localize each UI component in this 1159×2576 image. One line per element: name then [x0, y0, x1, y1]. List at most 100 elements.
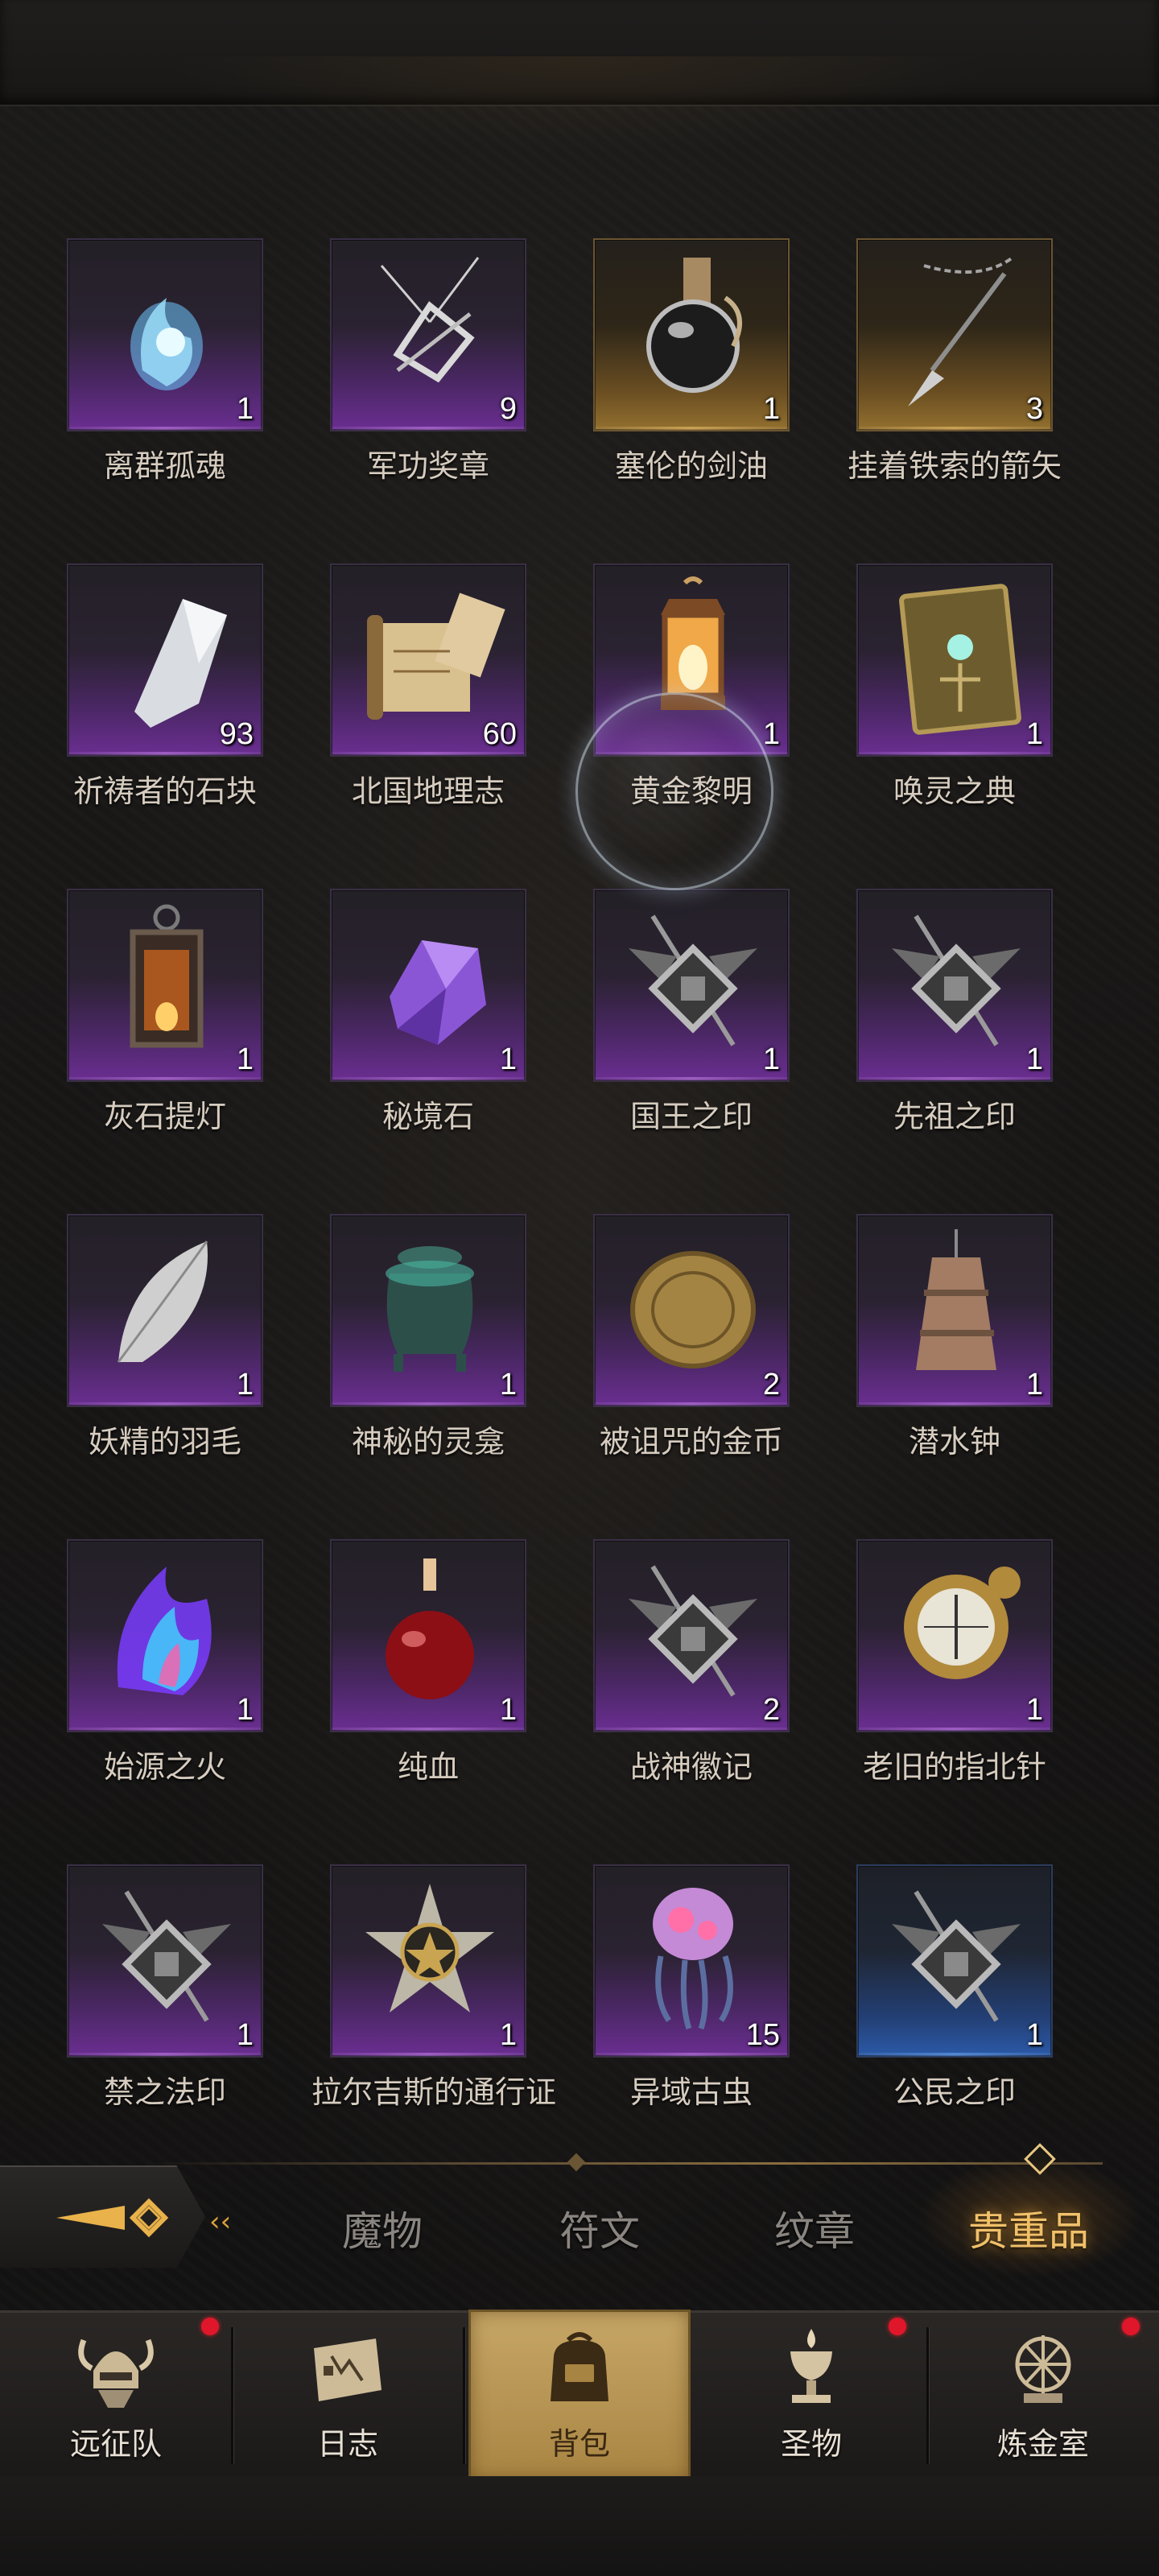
item-slot[interactable]: 1 黄金黎明 [526, 564, 792, 821]
rarity-edge [68, 1402, 262, 1406]
item-slot[interactable]: 1 秘境石 [263, 889, 529, 1146]
item-slot[interactable]: 1 灰石提灯 [0, 889, 266, 1146]
item-slot[interactable]: 1 先祖之印 [790, 889, 1055, 1146]
item-name: 妖精的羽毛 [88, 1424, 241, 1459]
item-name: 公民之印 [893, 2074, 1016, 2109]
item-tile[interactable]: 1 [593, 889, 790, 1082]
rarity-edge [68, 1077, 262, 1080]
item-slot[interactable]: 1 始源之火 [0, 1539, 266, 1797]
item-slot[interactable]: 1 塞伦的剑油 [526, 238, 792, 496]
item-tile[interactable]: 1 [330, 1864, 526, 2058]
compass-icon [904, 1567, 1021, 1679]
item-slot[interactable]: 2 战神徽记 [526, 1539, 792, 1797]
item-tile[interactable]: 1 [856, 889, 1053, 1082]
item-count: 9 [499, 392, 517, 426]
rarity-edge [595, 2053, 788, 2056]
item-count: 15 [745, 2018, 780, 2052]
item-slot[interactable]: 3 挂着铁索的箭矢 [790, 238, 1062, 496]
item-slot[interactable]: 1 离群孤魂 [0, 238, 266, 496]
item-tile[interactable]: 1 [67, 1539, 263, 1732]
item-slot[interactable]: 1 妖精的羽毛 [0, 1214, 266, 1472]
item-tile[interactable]: 3 [856, 238, 1053, 431]
rarity-edge [68, 427, 262, 430]
tab-runes[interactable]: 符文 [559, 2199, 640, 2257]
item-slot[interactable]: 1 唤灵之典 [790, 564, 1055, 821]
item-tile[interactable]: 93 [67, 564, 263, 757]
item-tile[interactable]: 1 [67, 1214, 263, 1407]
golden-lantern-icon [661, 576, 725, 710]
item-tile[interactable]: 1 [67, 889, 263, 1082]
item-slot[interactable]: 1 纯血 [263, 1539, 529, 1797]
item-grid: 1 离群孤魂 9 军功奖章 1 塞伦的剑油 3 挂着铁索的箭矢 93 祈祷者的石块 60 北国地理志 1… [0, 0, 1159, 2109]
item-tile[interactable]: 1 [856, 1864, 1053, 2058]
item-tile[interactable]: 15 [593, 1864, 790, 2058]
item-slot[interactable]: 1 神秘的灵龛 [263, 1214, 529, 1472]
diving-bell-icon [916, 1229, 996, 1370]
rarity-edge [332, 1402, 525, 1406]
viking-helmet-icon [78, 2339, 154, 2408]
blood-potion-icon [386, 1558, 474, 1699]
item-count: 1 [499, 1042, 517, 1076]
item-name: 纯血 [397, 1749, 459, 1785]
item-count: 1 [762, 717, 780, 751]
item-slot[interactable]: 2 被诅咒的金币 [526, 1214, 792, 1472]
item-count: 2 [762, 1693, 780, 1727]
rarity-edge [332, 1728, 525, 1731]
alchemy-badge [1122, 2318, 1140, 2335]
item-tile[interactable]: 60 [330, 564, 526, 757]
item-slot[interactable]: 15 异域古虫 [526, 1864, 792, 2109]
tab-crests[interactable]: 纹章 [774, 2199, 855, 2257]
tab-valuables[interactable]: 贵重品 [968, 2199, 1089, 2257]
item-slot[interactable]: 1 拉尔吉斯的通行证 [263, 1864, 556, 2109]
item-count: 1 [1025, 2018, 1043, 2052]
item-tile[interactable]: 1 [856, 1539, 1053, 1732]
tab-monsters[interactable]: 魔物 [342, 2199, 423, 2257]
wisp-soul-icon [130, 298, 203, 390]
item-tile[interactable]: 1 [330, 889, 526, 1082]
feather-icon [117, 1241, 208, 1363]
item-slot[interactable]: 1 老旧的指北针 [790, 1539, 1055, 1797]
item-slot[interactable]: 1 公民之印 [790, 1864, 1055, 2109]
nav-alchemy[interactable]: 炼金室 [927, 2313, 1159, 2479]
nav-journal[interactable]: 日志 [232, 2313, 465, 2479]
item-tile[interactable]: 1 [67, 238, 263, 431]
rarity-edge [68, 2053, 262, 2056]
item-count: 1 [1025, 717, 1043, 751]
back-arrow-icon [56, 2198, 169, 2238]
item-name: 国王之印 [629, 1099, 753, 1134]
nav-expedition[interactable]: 远征队 [0, 2313, 233, 2479]
item-tile[interactable]: 1 [67, 1864, 263, 2058]
item-tile[interactable]: 2 [593, 1539, 790, 1732]
item-tile[interactable]: 1 [593, 564, 790, 757]
item-slot[interactable]: 1 禁之法印 [0, 1864, 266, 2109]
item-tile[interactable]: 1 [593, 238, 790, 431]
item-name: 祈祷者的石块 [72, 774, 257, 809]
item-count: 1 [236, 1693, 254, 1727]
item-tile[interactable]: 1 [856, 1214, 1053, 1407]
item-tile[interactable]: 1 [330, 1539, 526, 1732]
item-name: 唤灵之典 [893, 774, 1016, 809]
item-name: 先祖之印 [893, 1099, 1016, 1134]
item-slot[interactable]: 1 潜水钟 [790, 1214, 1055, 1472]
bottom-nav: 远征队 日志 背包 圣物 炼金室 [0, 2310, 1159, 2482]
item-slot[interactable]: 93 祈祷者的石块 [0, 564, 266, 821]
prismatic-flame-icon [117, 1567, 212, 1695]
item-tile[interactable]: 1 [330, 1214, 526, 1407]
item-name: 北国地理志 [351, 774, 505, 809]
item-count: 1 [236, 1042, 254, 1076]
relic-chalice-icon [790, 2329, 832, 2403]
item-slot[interactable]: 1 国王之印 [526, 889, 792, 1146]
item-name: 禁之法印 [103, 2074, 226, 2109]
item-slot[interactable]: 60 北国地理志 [263, 564, 529, 821]
item-tile[interactable]: 1 [856, 564, 1053, 757]
nav-backpack[interactable]: 背包 [464, 2310, 695, 2482]
item-count: 1 [762, 1042, 780, 1076]
item-count: 1 [236, 392, 254, 426]
item-tile[interactable]: 9 [330, 238, 526, 431]
item-tile[interactable]: 2 [593, 1214, 790, 1407]
nav-relics[interactable]: 圣物 [695, 2313, 929, 2479]
back-button[interactable] [0, 2165, 205, 2268]
rarity-edge [858, 2053, 1051, 2056]
item-slot[interactable]: 9 军功奖章 [263, 238, 529, 496]
item-name: 老旧的指北针 [862, 1749, 1046, 1785]
